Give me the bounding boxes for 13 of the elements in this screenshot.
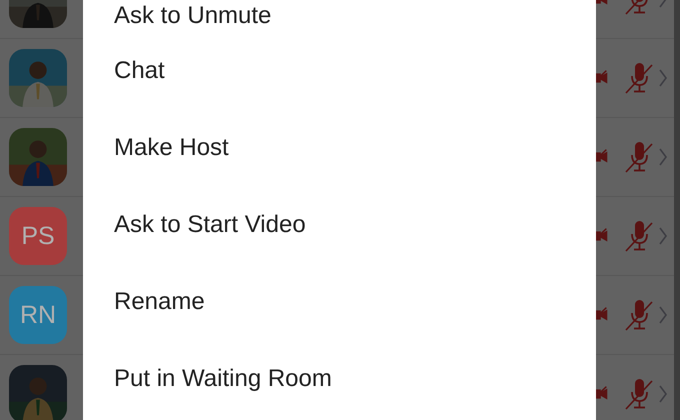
menu-item[interactable]: Ask to Unmute xyxy=(83,0,596,32)
avatar-initials: RN xyxy=(20,300,56,330)
menu-item[interactable]: Ask to Start Video xyxy=(83,186,596,263)
menu-item[interactable]: Rename xyxy=(83,263,596,340)
menu-item[interactable]: Make Host xyxy=(83,109,596,186)
muted-mic-icon[interactable] xyxy=(624,219,654,253)
menu-item[interactable]: Chat xyxy=(83,32,596,109)
muted-mic-icon[interactable] xyxy=(624,377,654,411)
muted-mic-icon[interactable] xyxy=(624,298,654,332)
muted-mic-icon[interactable] xyxy=(624,140,654,174)
menu-item[interactable]: Put in Waiting Room xyxy=(83,340,596,417)
avatar-initials: PS xyxy=(21,222,55,250)
muted-mic-icon[interactable] xyxy=(624,61,654,95)
